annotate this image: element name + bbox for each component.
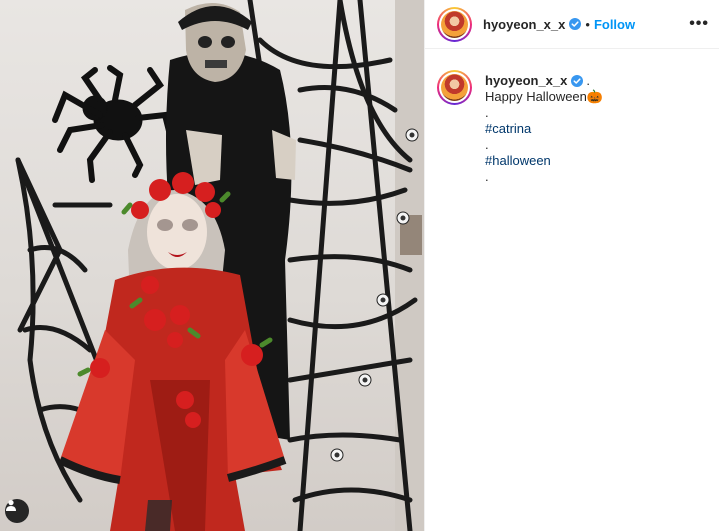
caption-line: Happy Halloween🎃: [485, 89, 604, 104]
avatar-image: [441, 10, 468, 38]
avatar[interactable]: [437, 6, 472, 42]
tag-users-button[interactable]: [5, 499, 29, 523]
caption-line: .: [485, 105, 489, 120]
caption-verified-badge-icon: [571, 75, 584, 87]
header-separator: •: [585, 16, 590, 32]
post-caption: hyoyeon_x_x . Happy Halloween🎃 . #catrin…: [425, 49, 719, 185]
caption-line: .: [485, 137, 489, 152]
more-options-button[interactable]: •••: [689, 15, 709, 33]
spider-decoration: [52, 65, 173, 183]
username-link[interactable]: hyoyeon_x_x: [483, 17, 565, 32]
hashtag-link[interactable]: #catrina: [485, 121, 531, 136]
caption-trailing-dot: .: [586, 73, 590, 88]
post-side-panel: hyoyeon_x_x • Follow ••• hyoyeon_x_x . H…: [424, 0, 719, 531]
caption-avatar-image: [441, 74, 468, 101]
caption-avatar[interactable]: [437, 70, 472, 105]
halloween-photo-illustration: [15, 0, 424, 531]
post-photo[interactable]: [0, 0, 424, 531]
hashtag-link[interactable]: #halloween: [485, 153, 551, 168]
post-header: hyoyeon_x_x • Follow •••: [425, 0, 719, 49]
follow-button[interactable]: Follow: [594, 17, 635, 32]
caption-username-link[interactable]: hyoyeon_x_x: [485, 73, 567, 89]
caption-body: hyoyeon_x_x . Happy Halloween🎃 . #catrin…: [485, 73, 603, 185]
caption-header: hyoyeon_x_x .: [485, 73, 603, 89]
user-tag-icon: [6, 500, 16, 511]
verified-badge-icon: [569, 18, 582, 30]
caption-line: .: [485, 169, 489, 184]
